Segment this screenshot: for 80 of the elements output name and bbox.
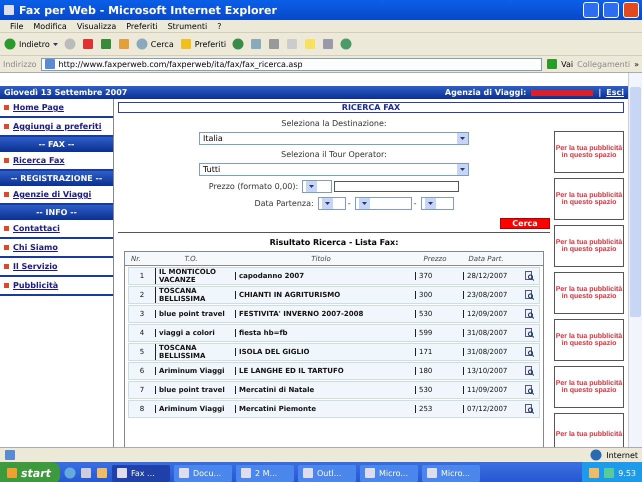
document-view-icon[interactable] [524, 404, 534, 414]
sidebar-link[interactable]: Contattaci [0, 220, 113, 239]
more-chevron[interactable]: » [634, 60, 639, 68]
clock-text: 9.53 [618, 468, 636, 478]
address-field[interactable]: http://www.faxperweb.com/faxperweb/ita/fax/fax_ricerca.asp [40, 58, 542, 70]
bullet-icon [4, 245, 9, 250]
price-label: Prezzo (formato 0,00): [208, 182, 298, 191]
bullet-icon [4, 283, 9, 288]
taskbar-button[interactable]: Outl... [298, 464, 356, 482]
taskbar-button[interactable]: Docu... [174, 464, 232, 482]
taskbar-button[interactable]: Micro... [422, 464, 480, 482]
search-button[interactable]: Cerca [136, 38, 174, 50]
bullet-icon [4, 124, 9, 129]
maximize-button[interactable] [603, 2, 619, 18]
back-button[interactable]: Indietro [4, 38, 58, 50]
caret-icon [460, 168, 465, 171]
price-input[interactable] [334, 181, 460, 192]
menu-item[interactable]: Visualizza [76, 22, 116, 30]
caret-icon [324, 202, 330, 205]
start-button[interactable]: start [0, 462, 60, 482]
bullet-icon [4, 158, 9, 163]
document-view-icon[interactable] [524, 366, 534, 376]
window-title: Fax per Web - Microsoft Internet Explorer [19, 4, 278, 16]
operator-label: Seleziona il Tour Operator: [281, 150, 387, 159]
go-button[interactable]: Vai [546, 58, 574, 70]
operator-select[interactable]: Tutti [199, 163, 469, 176]
caret-icon [52, 42, 58, 46]
logout-link[interactable]: Esci [606, 88, 624, 97]
date-label: Data Partenza: [254, 199, 314, 208]
currency-select[interactable] [302, 180, 332, 193]
menu-item[interactable]: Modifica [33, 22, 67, 30]
taskbar-button[interactable]: Fax ... [112, 464, 170, 482]
day-select[interactable] [318, 197, 346, 210]
menu-item[interactable]: Strumenti [168, 22, 208, 30]
caret-icon [309, 185, 314, 188]
search-button[interactable]: Cerca [500, 218, 550, 229]
agency-label: Agenzia di Viaggi: [444, 88, 526, 97]
redacted-text [531, 90, 594, 96]
sidebar-section-header: -- REGISTRAZIONE -- [0, 171, 113, 186]
document-view-icon[interactable] [524, 385, 534, 395]
bullet-icon [4, 226, 9, 231]
destination-select[interactable]: Italia [199, 132, 469, 145]
taskbar-button[interactable]: Micro... [360, 464, 418, 482]
document-view-icon[interactable] [524, 290, 534, 300]
minimize-button[interactable] [583, 2, 599, 18]
caret-icon [428, 202, 432, 205]
document-view-icon[interactable] [524, 347, 534, 357]
sidebar-link[interactable]: Pubblicità [0, 277, 113, 296]
sidebar-section-header: -- FAX -- [0, 137, 113, 152]
scrollbar-thumb[interactable] [630, 87, 641, 317]
menu-item[interactable]: ? [217, 22, 222, 30]
zone-text: Internet [606, 450, 638, 460]
taskbar-button[interactable]: 2 M... [236, 464, 294, 482]
results-title: Risultato Ricerca - Lista Fax: [270, 238, 398, 247]
date-text: Giovedì 13 Settembre 2007 [4, 88, 128, 97]
destination-label: Seleziona la Destinazione: [281, 119, 387, 128]
menu-item[interactable]: Preferiti [126, 22, 158, 30]
bullet-icon [4, 264, 9, 269]
month-select[interactable] [354, 197, 412, 210]
sidebar-link[interactable]: Chi Siamo [0, 239, 113, 258]
favorites-button[interactable]: Preferiti [180, 38, 226, 50]
separator-text: - [414, 199, 416, 208]
document-view-icon[interactable] [524, 309, 534, 319]
caret-icon [362, 202, 367, 205]
caret-icon [460, 137, 465, 140]
year-select[interactable] [420, 197, 454, 210]
address-label: Indirizzo [3, 60, 37, 68]
sidebar-link[interactable]: Home Page [0, 99, 113, 118]
separator-text: - [348, 199, 351, 208]
bullet-icon [4, 105, 9, 110]
document-view-icon[interactable] [524, 271, 534, 281]
menu-item[interactable]: File [10, 22, 24, 30]
sidebar-link[interactable]: Il Servizio [0, 258, 113, 277]
sidebar-section-header: -- INFO -- [0, 205, 113, 220]
separator-text: | [598, 88, 602, 97]
document-view-icon[interactable] [524, 328, 534, 338]
close-button[interactable] [623, 2, 639, 18]
scrollbar[interactable] [628, 73, 642, 447]
section-title: RICERCA FAX [118, 102, 624, 113]
bullet-icon [4, 192, 9, 197]
